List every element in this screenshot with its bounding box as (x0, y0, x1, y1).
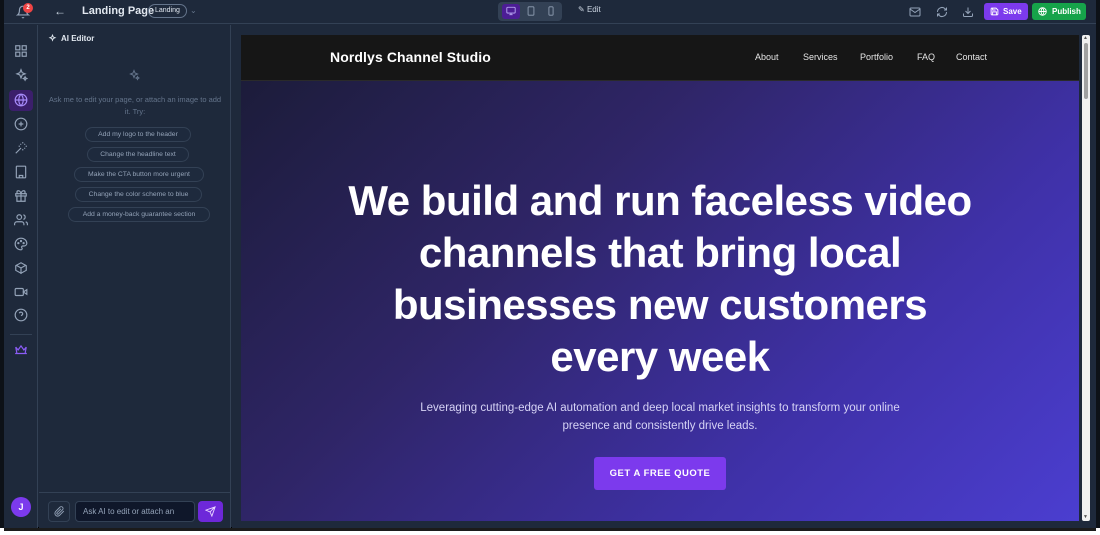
ai-hint-text: Ask me to edit your page, or attach an i… (48, 95, 222, 116)
nav-link-contact[interactable]: Contact (956, 52, 987, 62)
panel-title-text: AI Editor (61, 34, 95, 43)
sparkles-icon[interactable] (14, 68, 28, 82)
desktop-view-button[interactable] (502, 4, 520, 19)
nav-link-faq[interactable]: FAQ (917, 52, 935, 62)
page-title[interactable]: Landing Page (82, 5, 154, 17)
crown-icon[interactable] (14, 343, 28, 357)
sparkles-icon (129, 69, 140, 81)
box-icon[interactable] (14, 261, 28, 275)
download-icon[interactable] (962, 6, 974, 18)
help-icon[interactable] (14, 308, 28, 322)
scroll-up-arrow-icon[interactable]: ▲ (1083, 35, 1088, 41)
site-header: Nordlys Channel Studio About Services Po… (241, 35, 1079, 81)
building-icon[interactable] (14, 165, 28, 179)
nav-link-portfolio[interactable]: Portfolio (860, 52, 893, 62)
panel-title: AI Editor (49, 34, 94, 43)
nav-link-about[interactable]: About (755, 52, 779, 62)
edit-label: Edit (586, 5, 601, 14)
site-brand[interactable]: Nordlys Channel Studio (330, 49, 491, 65)
scroll-thumb[interactable] (1084, 43, 1088, 99)
monitor-icon (506, 6, 516, 16)
attach-button[interactable] (48, 501, 70, 522)
globe-icon (1038, 7, 1047, 16)
gift-icon[interactable] (14, 189, 28, 203)
ai-editor-panel: AI Editor Ask me to edit your page, or a… (39, 25, 231, 528)
tablet-view-button[interactable] (522, 4, 540, 19)
save-button[interactable]: Save (984, 3, 1028, 20)
preview-scrollbar[interactable]: ▲ ▼ (1082, 35, 1090, 521)
mobile-view-button[interactable] (542, 4, 560, 19)
rail-divider (10, 334, 32, 335)
save-label: Save (1003, 7, 1022, 16)
pencil-icon: ✎ (578, 5, 585, 14)
grid-icon[interactable] (14, 44, 28, 58)
nav-link-services[interactable]: Services (803, 52, 838, 62)
top-bar: 2 ← Landing Page Landing ⌄ ✎ Edit Save P… (4, 0, 1096, 24)
notification-badge: 2 (23, 3, 33, 13)
hero-subtitle[interactable]: Leveraging cutting-edge AI automation an… (420, 399, 900, 435)
send-button[interactable] (198, 501, 223, 522)
suggestion-chip[interactable]: Change the color scheme to blue (75, 187, 202, 202)
suggestion-chip[interactable]: Change the headline text (87, 147, 189, 162)
publish-button[interactable]: Publish (1032, 3, 1086, 20)
hero-headline[interactable]: We build and run faceless video channels… (341, 175, 979, 383)
video-icon[interactable] (14, 285, 28, 299)
edit-mode-button[interactable]: ✎ Edit (578, 5, 601, 14)
suggestion-chip[interactable]: Make the CTA button more urgent (74, 167, 204, 182)
left-rail: J (4, 25, 38, 528)
plus-circle-icon[interactable] (14, 117, 28, 131)
back-arrow-icon[interactable]: ← (54, 4, 66, 18)
site-preview[interactable]: Nordlys Channel Studio About Services Po… (241, 35, 1079, 521)
palette-icon[interactable] (14, 237, 28, 251)
magic-wand-icon[interactable] (14, 141, 28, 155)
suggestion-chip[interactable]: Add my logo to the header (85, 127, 191, 142)
window-bottom-edge (0, 528, 1100, 535)
mail-icon[interactable] (909, 6, 921, 18)
ai-input-bar (39, 492, 231, 528)
globe-icon[interactable] (14, 93, 28, 107)
avatar[interactable]: J (11, 497, 31, 517)
page-type-badge: Landing (148, 4, 187, 18)
publish-label: Publish (1052, 7, 1081, 16)
scroll-down-arrow-icon[interactable]: ▼ (1083, 514, 1088, 520)
device-toggle-group (498, 2, 562, 21)
hero-section: We build and run faceless video channels… (241, 81, 1079, 521)
chevron-down-icon[interactable]: ⌄ (190, 6, 197, 15)
app-window: 2 ← Landing Page Landing ⌄ ✎ Edit Save P… (4, 0, 1096, 528)
send-icon (205, 506, 216, 517)
smartphone-icon (548, 6, 554, 16)
tablet-icon (527, 6, 535, 16)
users-icon[interactable] (14, 213, 28, 227)
ai-prompt-input[interactable] (75, 501, 195, 522)
refresh-icon[interactable] (936, 6, 948, 18)
suggestion-chip[interactable]: Add a money-back guarantee section (68, 207, 210, 222)
cta-button[interactable]: GET A FREE QUOTE (594, 457, 726, 490)
paperclip-icon (54, 506, 65, 517)
save-icon (990, 7, 999, 16)
preview-canvas: Nordlys Channel Studio About Services Po… (232, 25, 1096, 528)
